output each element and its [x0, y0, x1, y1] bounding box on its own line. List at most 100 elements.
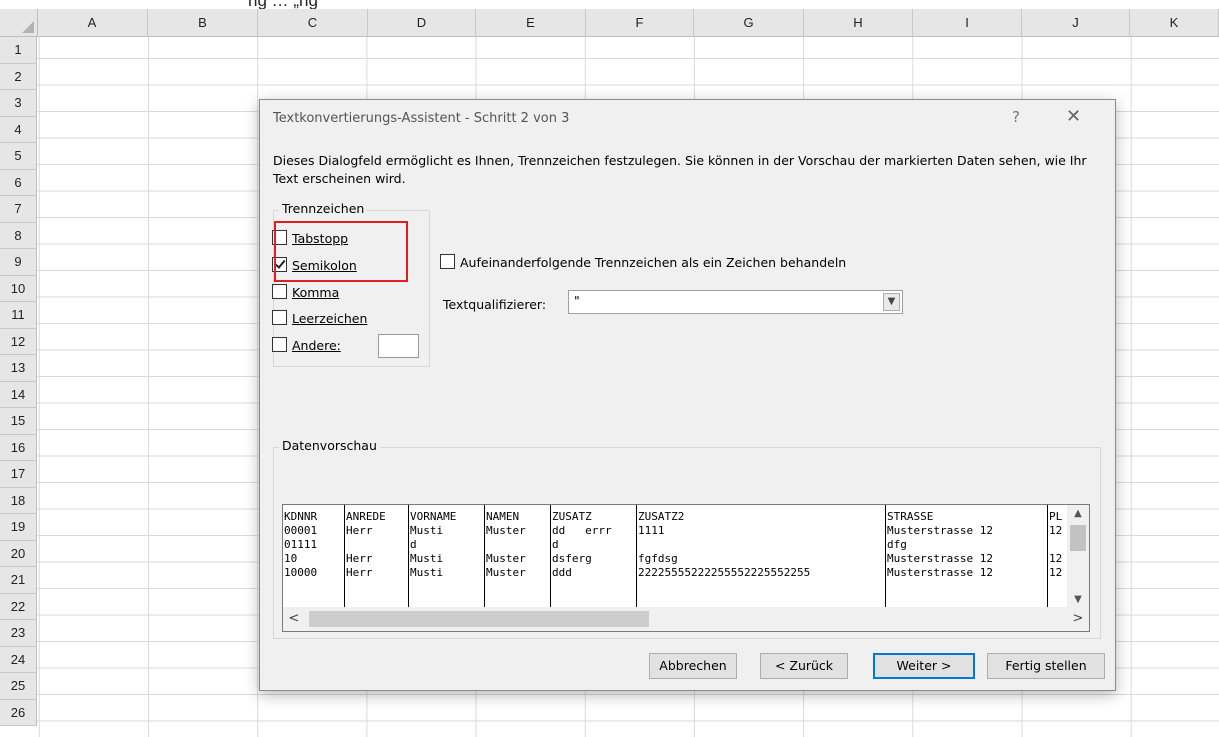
row-header[interactable]: 20	[0, 540, 37, 567]
checkbox-label-komma: Komma	[292, 285, 340, 300]
close-icon[interactable]: ✕	[1066, 106, 1081, 127]
row-header[interactable]: 15	[0, 408, 37, 435]
finish-button[interactable]: Fertig stellen	[987, 653, 1105, 679]
preview-cell: 12	[1049, 524, 1063, 537]
preview-cell: 00001	[284, 524, 318, 537]
preview-cell: ZUSATZ	[552, 510, 592, 523]
row-header[interactable]: 13	[0, 355, 37, 382]
row-header[interactable]: 5	[0, 143, 37, 170]
text-qualifier-select[interactable]: " ▼	[568, 290, 903, 314]
checkbox-komma[interactable]: Komma	[272, 284, 339, 302]
row-header[interactable]: 10	[0, 275, 37, 302]
row-header[interactable]: 6	[0, 169, 37, 196]
dialog-description: Dieses Dialogfeld ermöglicht es Ihnen, T…	[273, 153, 1087, 186]
preview-horizontal-scrollbar[interactable]: < >	[283, 607, 1089, 631]
row-header[interactable]: 8	[0, 222, 37, 249]
row-header[interactable]: 26	[0, 699, 37, 726]
column-header-g[interactable]: G	[694, 9, 804, 36]
column-header-a[interactable]: A	[37, 9, 148, 36]
column-header-c[interactable]: C	[258, 9, 368, 36]
checkbox-label-leerzeichen: Leerzeichen	[292, 311, 368, 326]
checkbox-leerzeichen[interactable]: Leerzeichen	[272, 310, 367, 328]
horizontal-scroll-thumb[interactable]	[309, 611, 649, 627]
preview-cell: 12	[1049, 566, 1063, 579]
preview-column[interactable]: PL 12 12 12	[1047, 505, 1067, 608]
checkbox-box-komma[interactable]	[272, 284, 287, 299]
checkbox-consecutive-delimiters[interactable]: Aufeinanderfolgende Trennzeichen als ein…	[440, 254, 846, 270]
preview-cell	[486, 538, 551, 552]
preview-column[interactable]: ANREDE Herr Herr Herr	[344, 505, 409, 608]
preview-column[interactable]: STRASSE Musterstrasse 12 dfg Musterstras…	[885, 505, 1048, 608]
row-header[interactable]: 9	[0, 249, 37, 276]
back-button[interactable]: < Zurück	[760, 653, 848, 679]
preview-column[interactable]: ZUSATZ dd errr d dsferg ddd	[550, 505, 637, 608]
checkbox-box-andere[interactable]	[272, 337, 287, 352]
column-header-h[interactable]: H	[804, 9, 913, 36]
row-header[interactable]: 23	[0, 620, 37, 647]
vertical-scroll-thumb[interactable]	[1070, 525, 1086, 551]
row-header[interactable]: 1	[0, 37, 37, 64]
preview-cell: d	[552, 538, 559, 551]
row-header[interactable]: 18	[0, 487, 37, 514]
preview-column[interactable]: NAMEN Muster Muster Muster	[484, 505, 551, 608]
row-header[interactable]: 4	[0, 116, 37, 143]
row-header[interactable]: 24	[0, 646, 37, 673]
row-header[interactable]: 7	[0, 196, 37, 223]
checkbox-box-leerzeichen[interactable]	[272, 310, 287, 325]
column-header-bar: A B C D E F G H I J K	[0, 9, 1219, 37]
row-header[interactable]: 11	[0, 302, 37, 329]
next-button[interactable]: Weiter >	[873, 653, 975, 679]
preview-cell: STRASSE	[887, 510, 934, 523]
help-icon[interactable]: ?	[1012, 108, 1020, 126]
select-all-corner[interactable]	[0, 9, 38, 36]
row-header[interactable]: 25	[0, 673, 37, 700]
row-header[interactable]: 2	[0, 63, 37, 90]
row-header[interactable]: 16	[0, 434, 37, 461]
preview-cell: PL	[1049, 510, 1063, 523]
chevron-down-icon[interactable]: ▼	[883, 293, 900, 311]
cancel-button[interactable]: Abbrechen	[649, 653, 737, 679]
preview-vertical-scrollbar[interactable]: ▲ ▼	[1067, 505, 1089, 608]
preview-column[interactable]: KDNNR 00001 01111 10 10000	[283, 505, 345, 608]
preview-cell: ANREDE	[346, 510, 386, 523]
row-header[interactable]: 3	[0, 90, 37, 117]
data-preview-pane[interactable]: KDNNR 00001 01111 10 10000 ANREDE Herr H…	[282, 504, 1090, 632]
preview-cell: Muster	[486, 566, 526, 579]
column-header-k[interactable]: K	[1130, 9, 1219, 36]
preview-cell: 12	[1049, 552, 1063, 565]
column-header-j[interactable]: J	[1022, 9, 1130, 36]
row-header[interactable]: 17	[0, 461, 37, 488]
scroll-down-icon[interactable]: ▼	[1067, 591, 1089, 608]
delimiter-group-label: Trennzeichen	[279, 201, 368, 216]
preview-cell: VORNAME	[410, 510, 457, 523]
column-header-f[interactable]: F	[586, 9, 694, 36]
row-header[interactable]: 19	[0, 514, 37, 541]
preview-cell: Muster	[486, 524, 526, 537]
row-header[interactable]: 12	[0, 328, 37, 355]
row-header[interactable]: 21	[0, 567, 37, 594]
scroll-up-icon[interactable]: ▲	[1067, 505, 1089, 522]
scroll-right-icon[interactable]: >	[1067, 607, 1089, 631]
preview-cell: ZUSATZ2	[638, 510, 685, 523]
column-header-b[interactable]: B	[148, 9, 258, 36]
top-cutoff-text: ng … „ng	[0, 0, 1219, 9]
preview-cell: Musterstrasse 12	[887, 552, 993, 565]
other-delimiter-input[interactable]	[378, 334, 419, 358]
preview-cell: Musterstrasse 12	[887, 566, 993, 579]
preview-column[interactable]: VORNAME Musti d Musti Musti	[408, 505, 485, 608]
preview-cell: dfg	[887, 538, 907, 551]
column-header-e[interactable]: E	[476, 9, 586, 36]
text-qualifier-label: Textqualifizierer:	[443, 297, 547, 312]
scroll-left-icon[interactable]: <	[283, 607, 305, 631]
preview-cell: Muster	[486, 552, 526, 565]
row-header[interactable]: 22	[0, 593, 37, 620]
column-header-i[interactable]: I	[913, 9, 1022, 36]
preview-column[interactable]: ZUSATZ2 1111 fgfdsg 22225555222255552225…	[636, 505, 886, 608]
row-header[interactable]: 14	[0, 381, 37, 408]
preview-cell: ddd	[552, 566, 572, 579]
preview-cell: 10	[284, 552, 298, 565]
top-partial-text: ng … „ng	[248, 0, 318, 9]
checkbox-box-consecutive[interactable]	[440, 254, 455, 269]
checkbox-andere[interactable]: Andere:	[272, 337, 341, 355]
column-header-d[interactable]: D	[368, 9, 476, 36]
